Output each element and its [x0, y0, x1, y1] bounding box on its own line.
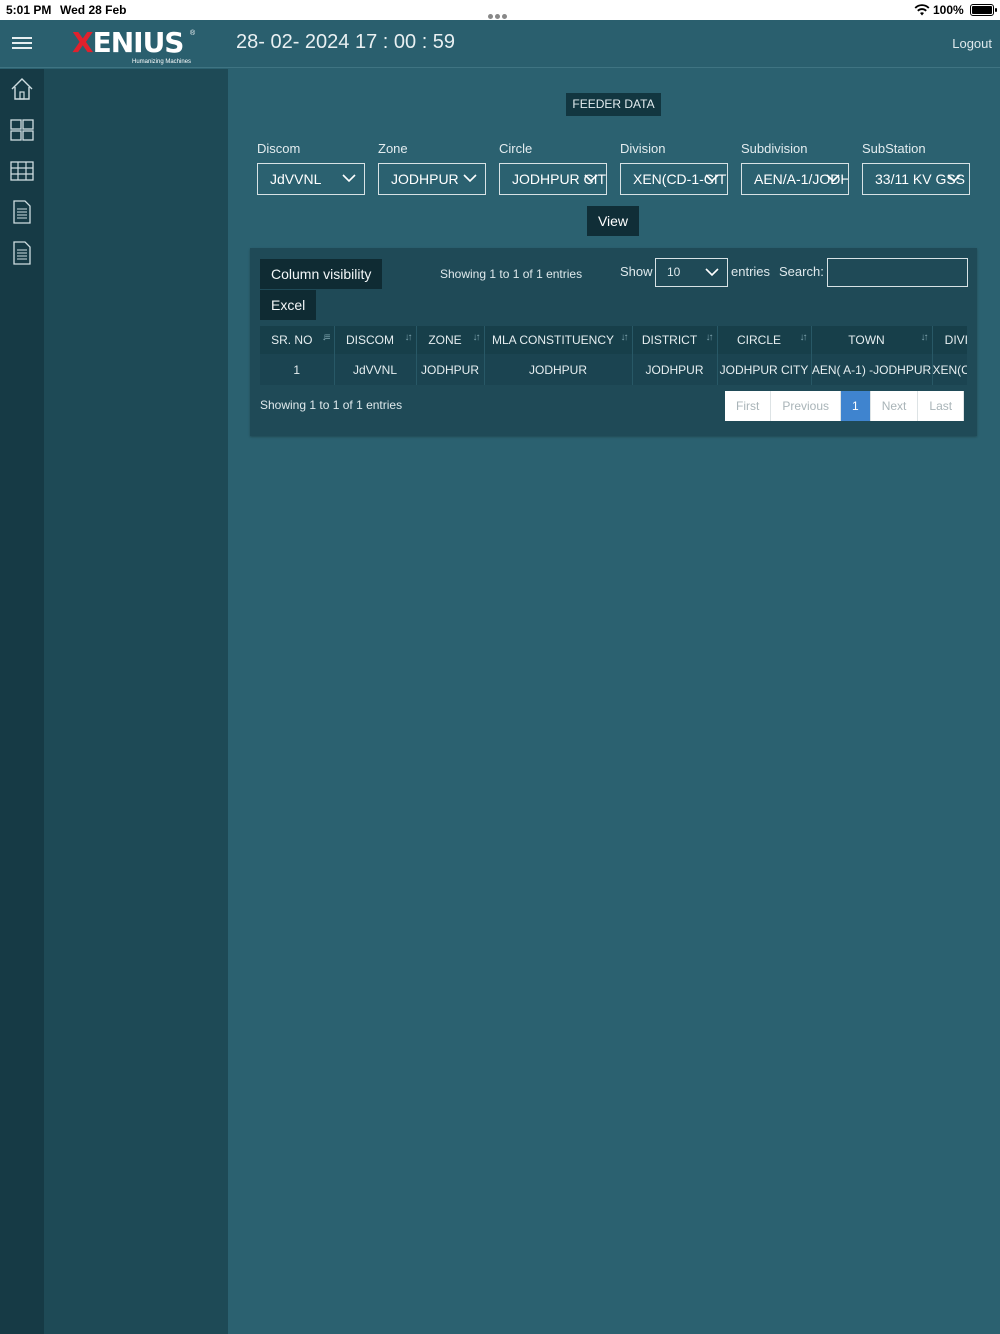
search-label: Search: [779, 264, 824, 279]
sort-ascending-icon: ↓≡ [321, 332, 331, 343]
page-length-value: 10 [667, 265, 681, 279]
filter-zone-label: Zone [378, 141, 408, 156]
status-time: 5:01 PM [6, 3, 52, 17]
pagination-first[interactable]: First [725, 391, 772, 421]
column-visibility-button[interactable]: Column visibility [260, 259, 383, 289]
chevron-down-icon [705, 174, 719, 183]
icon-sidebar [0, 69, 44, 1334]
cell-sr-no: 1 [260, 354, 335, 385]
filter-discom: Discom JdVVNL [257, 141, 365, 195]
filter-discom-label: Discom [257, 141, 301, 156]
filter-circle-label: Circle [499, 141, 533, 156]
page-length-select[interactable]: 10 [655, 258, 728, 287]
sort-icon: ↓↑ [705, 332, 714, 343]
data-table-panel: Column visibility Excel Showing 1 to 1 o… [250, 248, 977, 436]
page-title: FEEDER DATA [566, 93, 661, 116]
menu-icon[interactable] [12, 37, 32, 51]
logo-text: XENIUS [72, 26, 184, 59]
cell-zone: JODHPUR [416, 354, 485, 385]
entries-label: entries [731, 264, 771, 279]
sort-icon: ↓↑ [404, 332, 413, 343]
xenius-logo: XENIUS Humanizing Machines ® [72, 28, 196, 68]
column-header-district[interactable]: DISTRICT ↓↑ [632, 326, 718, 354]
sort-icon: ↓↑ [799, 332, 808, 343]
logo-registered-mark: ® [190, 30, 196, 37]
show-label: Show [620, 264, 653, 279]
document-icon[interactable] [10, 241, 34, 265]
table-info-bottom: Showing 1 to 1 of 1 entries [260, 398, 403, 412]
report-icon[interactable] [10, 200, 34, 224]
subdivision-select[interactable]: AEN/A-1/JODHPUR [741, 163, 849, 195]
logout-link[interactable]: Logout [952, 36, 992, 51]
cell-circle: JODHPUR CITY [717, 354, 812, 385]
sort-icon: ↓↑ [620, 332, 629, 343]
wifi-icon [914, 4, 930, 16]
feeder-table: SR. NO ↓≡ DISCOM ↓↑ ZONE ↓↑ MLA CONSTITUENC… [260, 326, 967, 385]
chevron-down-icon [584, 174, 598, 183]
side-panel [44, 69, 228, 1334]
discom-select[interactable]: JdVVNL [257, 163, 365, 195]
table-scroll-area[interactable]: SR. NO ↓≡ DISCOM ↓↑ ZONE ↓↑ MLA CONSTITUENC… [260, 326, 967, 388]
cell-town: AEN( A-1) -JODHPUR [811, 354, 933, 385]
sort-icon: ↓↑ [472, 332, 481, 343]
filter-division-label: Division [620, 141, 666, 156]
column-header-zone[interactable]: ZONE ↓↑ [416, 326, 485, 354]
pagination-page-1[interactable]: 1 [841, 391, 871, 421]
circle-select[interactable]: JODHPUR CITY [499, 163, 607, 195]
column-header-circle[interactable]: CIRCLE ↓↑ [717, 326, 812, 354]
excel-export-button[interactable]: Excel [260, 290, 317, 320]
filter-subdivision-label: Subdivision [741, 141, 808, 156]
cell-division: XEN(CD-1-CITY) [932, 354, 967, 385]
status-date: Wed 28 Feb [60, 3, 127, 17]
filter-division: Division XEN(CD-1-CITY) [620, 141, 728, 195]
filter-subdivision: Subdivision AEN/A-1/JODHPUR [741, 141, 849, 195]
pagination-next[interactable]: Next [870, 391, 919, 421]
logo-tagline: Humanizing Machines [132, 59, 192, 65]
table-header-row: SR. NO ↓≡ DISCOM ↓↑ ZONE ↓↑ MLA CONSTITUENC… [260, 326, 967, 354]
chevron-down-icon [826, 174, 840, 183]
filter-zone: Zone JODHPUR [378, 141, 486, 195]
table-row: 1 JdVVNL JODHPUR JODHPUR JODHPUR JODHPUR… [260, 354, 967, 385]
table-info-top: Showing 1 to 1 of 1 entries [440, 267, 583, 281]
sort-icon: ↓↑ [920, 332, 929, 343]
chevron-down-icon [342, 174, 356, 183]
pagination: First Previous 1 Next Last [725, 391, 965, 421]
chevron-down-icon [705, 268, 719, 277]
cell-discom: JdVVNL [334, 354, 417, 385]
pagination-last[interactable]: Last [918, 391, 965, 421]
filter-circle: Circle JODHPUR CITY [499, 141, 607, 195]
search-input[interactable] [827, 258, 968, 287]
filter-substation: SubStation 33/11 KV GSS [862, 141, 970, 195]
zone-select-value: JODHPUR [391, 171, 459, 187]
column-header-mla-constituency[interactable]: MLA CONSTITUENCY ↓↑ [484, 326, 633, 354]
column-header-division[interactable]: DIVISION↓↑ [932, 326, 967, 354]
zone-select[interactable]: JODHPUR [378, 163, 486, 195]
app-header: XENIUS Humanizing Machines ® 28- 02- 202… [0, 20, 1000, 68]
discom-select-value: JdVVNL [270, 171, 322, 187]
current-datetime: 28- 02- 2024 17 : 00 : 59 [236, 31, 456, 53]
pagination-previous[interactable]: Previous [771, 391, 842, 421]
view-button[interactable]: View [587, 206, 639, 236]
column-header-sr-no[interactable]: SR. NO ↓≡ [260, 326, 335, 354]
cell-mla-constituency: JODHPUR [484, 354, 633, 385]
filter-substation-label: SubStation [862, 141, 926, 156]
table-icon[interactable] [10, 159, 34, 183]
cell-district: JODHPUR [632, 354, 718, 385]
battery-icon [970, 4, 997, 16]
dashboard-grid-icon[interactable] [10, 118, 34, 142]
division-select[interactable]: XEN(CD-1-CITY) [620, 163, 728, 195]
column-header-discom[interactable]: DISCOM ↓↑ [334, 326, 417, 354]
battery-percent: 100% [933, 3, 964, 17]
home-icon[interactable] [10, 77, 34, 101]
column-header-town[interactable]: TOWN ↓↑ [811, 326, 933, 354]
chevron-down-icon [463, 174, 477, 183]
substation-select[interactable]: 33/11 KV GSS [862, 163, 970, 195]
chevron-down-icon [947, 174, 961, 183]
status-bar: 5:01 PM Wed 28 Feb 100% [0, 0, 1000, 20]
